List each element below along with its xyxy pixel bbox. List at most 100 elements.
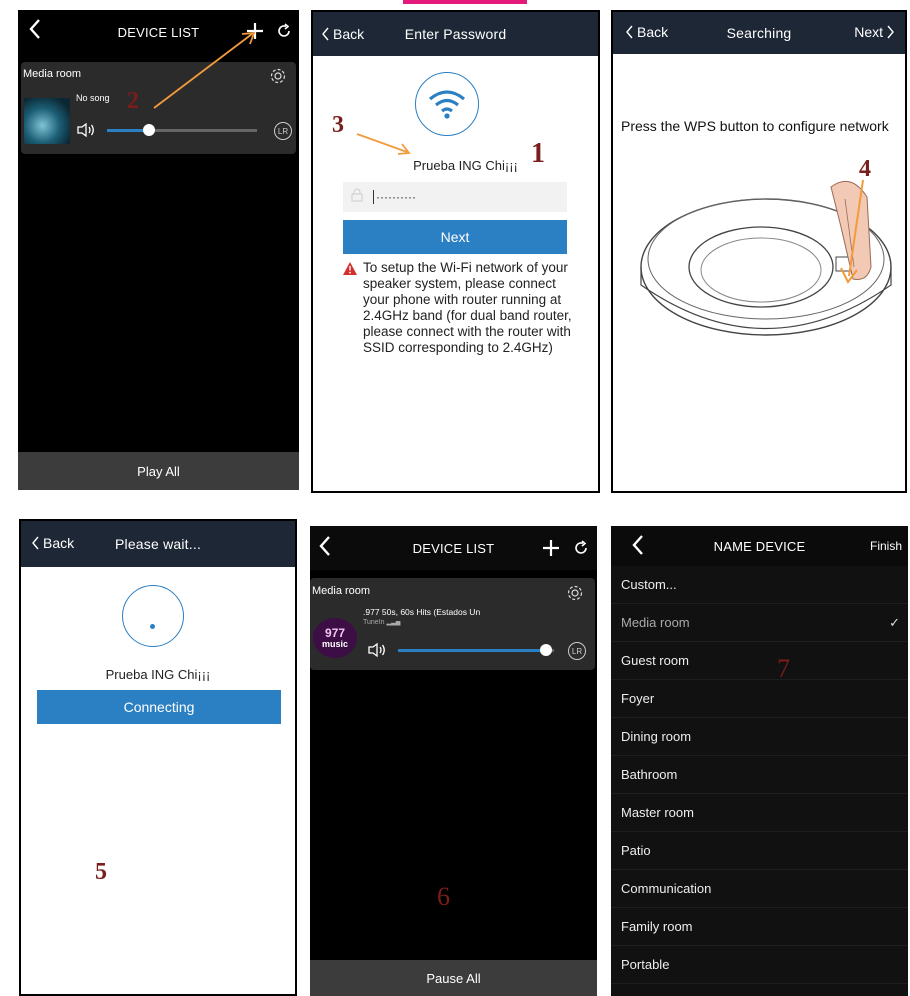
page-title: Searching — [726, 25, 792, 41]
password-field[interactable]: ·········· — [343, 182, 567, 212]
arrow-pointer-4 — [840, 179, 864, 284]
list-item-label: Patio — [621, 843, 651, 858]
list-item-label: Guest room — [621, 653, 689, 668]
room-item-patio[interactable]: Patio — [611, 832, 908, 870]
room-item-foyer[interactable]: Foyer — [611, 680, 908, 718]
name-device-header: NAME DEVICE Finish — [611, 526, 908, 566]
warning-text: To setup the Wi-Fi network of your speak… — [363, 260, 572, 355]
back-button[interactable]: Back — [31, 535, 74, 551]
play-all-label: Play All — [137, 463, 180, 479]
back-icon[interactable] — [631, 534, 645, 561]
next-button-label: Next — [440, 229, 470, 245]
lr-badge[interactable]: LR — [568, 642, 586, 660]
back-button[interactable]: Back — [625, 24, 668, 40]
chevron-left-icon — [32, 536, 39, 550]
source-name: TuneIn — [363, 619, 385, 626]
room-item-family-room[interactable]: Family room — [611, 908, 908, 946]
searching-screen: Back Searching Next Press the WPS button… — [611, 10, 907, 493]
lr-badge[interactable]: LR — [274, 122, 292, 140]
device-name: Media room — [312, 585, 371, 597]
device-list-playing-screen: DEVICE LIST Media room .977 50s, 60s Hit… — [310, 526, 597, 996]
speaker-volume-icon — [367, 642, 387, 663]
page-title: NAME DEVICE — [713, 538, 806, 554]
refresh-icon[interactable] — [276, 23, 292, 44]
lock-icon — [351, 188, 363, 207]
please-wait-screen: Back Please wait... Prueba ING Chi¡¡¡ Co… — [19, 519, 297, 996]
device-list-header: DEVICE LIST — [310, 526, 597, 570]
next-nav-button[interactable]: Next — [854, 24, 895, 40]
device-card[interactable]: Media room .977 50s, 60s Hits (Estados U… — [310, 578, 595, 670]
room-item-master-room[interactable]: Master room — [611, 794, 908, 832]
back-label: Back — [637, 24, 669, 40]
back-button[interactable]: Back — [321, 26, 364, 42]
check-icon: ✓ — [889, 615, 900, 630]
ssid-label: Prueba ING Chi¡¡¡ — [413, 158, 518, 173]
list-item-label: Master room — [621, 805, 694, 820]
connecting-circle — [122, 585, 184, 647]
room-item-communication[interactable]: Communication — [611, 870, 908, 908]
pause-all-label: Pause All — [426, 970, 481, 986]
list-item-label: Family room — [621, 919, 693, 934]
song-title: No song — [76, 93, 110, 103]
list-item-label: Portable — [621, 957, 670, 972]
next-button[interactable]: Next — [343, 220, 567, 254]
list-item-label: Custom... — [621, 577, 677, 592]
pause-all-button[interactable]: Pause All — [310, 960, 597, 996]
device-name: Media room — [23, 68, 82, 80]
list-item-label: Communication — [621, 881, 712, 896]
list-item-label: Foyer — [621, 691, 655, 706]
chevron-left-icon — [626, 25, 633, 39]
name-device-screen: NAME DEVICE Finish Custom... Media room ✓… — [611, 526, 908, 996]
step-number-5: 5 — [95, 859, 107, 885]
list-item-label: Dining room — [621, 729, 692, 744]
searching-header: Back Searching Next — [613, 12, 905, 54]
settings-gear-icon[interactable] — [269, 67, 287, 90]
page-title: Enter Password — [404, 26, 507, 42]
arrow-pointer-2 — [153, 31, 256, 109]
step-number-3: 3 — [332, 112, 344, 138]
back-icon[interactable] — [28, 18, 42, 45]
room-item-custom[interactable]: Custom... — [611, 566, 908, 604]
list-item-label: Media room — [621, 615, 690, 630]
album-art-image — [24, 98, 70, 144]
chevron-left-icon — [322, 27, 329, 41]
finish-button[interactable]: Finish — [870, 539, 902, 553]
step-number-1: 1 — [531, 138, 545, 169]
play-all-button[interactable]: Play All — [18, 452, 299, 490]
volume-slider[interactable] — [107, 124, 257, 136]
speaker-volume-icon — [76, 122, 96, 143]
connecting-button[interactable]: Connecting — [37, 690, 281, 724]
please-wait-header: Back Please wait... — [21, 521, 295, 567]
station-logo: 977 music — [313, 618, 357, 658]
room-item-dining-room[interactable]: Dining room — [611, 718, 908, 756]
step-number-6: 6 — [437, 882, 450, 911]
settings-gear-icon[interactable] — [566, 584, 584, 607]
volume-knob[interactable] — [540, 644, 553, 656]
volume-slider[interactable] — [398, 644, 554, 656]
wps-instruction: Press the WPS button to configure networ… — [621, 118, 889, 134]
refresh-icon[interactable] — [573, 540, 589, 561]
connecting-label: Connecting — [123, 699, 195, 715]
ssid-label: Prueba ING Chi¡¡¡ — [105, 667, 211, 682]
station-logo-word: music — [321, 639, 348, 649]
password-value: ·········· — [373, 190, 416, 204]
room-item-guest-room[interactable]: Guest room — [611, 642, 908, 680]
room-item-portable[interactable]: Portable — [611, 946, 908, 984]
enter-password-screen: Back Enter Password Prueba ING Chi¡¡¡ ··… — [311, 10, 600, 493]
cropped-banner — [403, 0, 527, 4]
station-title: .977 50s, 60s Hits (Estados Un — [363, 607, 481, 617]
back-icon[interactable] — [318, 535, 332, 562]
volume-knob[interactable] — [143, 124, 155, 136]
room-item-bathroom[interactable]: Bathroom — [611, 756, 908, 794]
room-item-media-room[interactable]: Media room ✓ — [611, 604, 908, 642]
back-label: Back — [333, 26, 365, 42]
step-number-4: 4 — [859, 156, 871, 182]
chevron-right-icon — [887, 25, 894, 39]
warning-icon — [343, 262, 357, 280]
page-title: DEVICE LIST — [412, 540, 495, 556]
arrow-pointer-3 — [356, 133, 411, 155]
progress-dot-icon — [150, 624, 155, 629]
add-icon[interactable] — [542, 539, 560, 562]
volume-fill — [398, 649, 547, 652]
station-logo-number: 977 — [324, 626, 346, 640]
